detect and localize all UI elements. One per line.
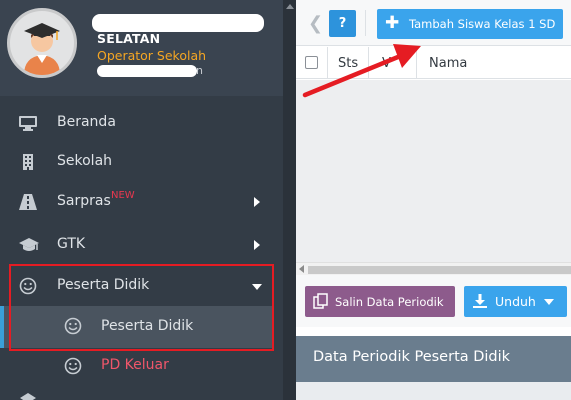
scroll-left-arrow-icon bbox=[299, 265, 304, 273]
column-divider bbox=[327, 47, 328, 79]
salin-data-periodik-button[interactable]: Salin Data Periodik bbox=[305, 286, 455, 317]
road-icon bbox=[18, 193, 38, 211]
select-all-checkbox[interactable] bbox=[305, 56, 318, 69]
sidebar-item-label: Beranda bbox=[57, 114, 116, 130]
help-button[interactable]: ? bbox=[329, 10, 356, 37]
horizontal-scrollbar[interactable] bbox=[296, 262, 571, 275]
smile-icon bbox=[63, 357, 83, 375]
grid-body bbox=[296, 80, 571, 262]
graduation-cap-icon bbox=[18, 236, 39, 254]
sidebar-scrollbar[interactable] bbox=[283, 0, 296, 400]
section-title: Data Periodik Peserta Didik bbox=[313, 349, 511, 365]
new-badge: NEW bbox=[111, 190, 135, 201]
school-name: SELATAN bbox=[97, 31, 161, 46]
column-header-nama[interactable]: Nama bbox=[429, 56, 467, 71]
toolbar-divider bbox=[365, 10, 366, 36]
building-icon bbox=[18, 153, 38, 171]
section-header: Data Periodik Peserta Didik bbox=[296, 336, 571, 382]
sidebar: SELATAN Operator Sekolah n Beranda Sekol… bbox=[0, 0, 283, 400]
redacted-school-name bbox=[92, 14, 264, 32]
unduh-dropdown-button[interactable]: Unduh bbox=[464, 286, 567, 317]
sidebar-item-sarpras[interactable]: Sarpras NEW bbox=[0, 183, 283, 221]
sidebar-item-sekolah[interactable]: Sekolah bbox=[0, 143, 283, 181]
plus-icon: ✚ bbox=[385, 13, 400, 33]
add-student-label: Tambah Siswa Kelas 1 SD bbox=[409, 17, 556, 31]
chevron-down-icon bbox=[544, 299, 554, 305]
salin-data-periodik-label: Salin Data Periodik bbox=[335, 295, 444, 309]
user-role: Operator Sekolah bbox=[97, 48, 207, 63]
active-indicator bbox=[0, 306, 4, 348]
chevron-right-icon bbox=[254, 197, 260, 207]
main-panel: ❮ ? ✚ Tambah Siswa Kelas 1 SD Sts V Nama… bbox=[296, 0, 571, 400]
column-header-sts[interactable]: Sts bbox=[338, 56, 358, 71]
redacted-user-id bbox=[97, 65, 197, 77]
user-panel: SELATAN Operator Sekolah n bbox=[0, 0, 283, 96]
submenu-item-label: PD Keluar bbox=[101, 357, 169, 373]
grid-header: Sts V Nama bbox=[296, 47, 571, 79]
sidebar-item-gtk[interactable]: GTK bbox=[0, 226, 283, 264]
column-divider bbox=[416, 47, 417, 79]
copy-icon bbox=[313, 293, 329, 309]
unduh-label: Unduh bbox=[495, 294, 536, 309]
sidebar-item-beranda[interactable]: Beranda bbox=[0, 104, 283, 142]
next-menu-icon bbox=[18, 392, 38, 400]
avatar bbox=[7, 8, 77, 78]
section-body bbox=[296, 382, 571, 400]
highlight-annotation-box bbox=[9, 264, 274, 351]
scrollbar-thumb[interactable] bbox=[308, 266, 571, 274]
download-icon bbox=[472, 293, 488, 309]
column-divider bbox=[368, 47, 369, 79]
scroll-up-arrow-icon bbox=[286, 4, 294, 9]
user-id-suffix: n bbox=[196, 64, 203, 77]
chevron-right-icon bbox=[254, 240, 260, 250]
submenu-item-pd-keluar[interactable]: PD Keluar bbox=[0, 347, 283, 385]
action-bar: Salin Data Periodik Unduh bbox=[296, 275, 571, 327]
sidebar-item-label: Sarpras bbox=[57, 193, 111, 209]
toolbar: ❮ ? ✚ Tambah Siswa Kelas 1 SD bbox=[296, 0, 571, 46]
sidebar-item-label: Sekolah bbox=[57, 153, 113, 169]
chevron-left-icon[interactable]: ❮ bbox=[308, 13, 323, 34]
add-student-button[interactable]: ✚ Tambah Siswa Kelas 1 SD bbox=[377, 9, 563, 39]
monitor-icon bbox=[18, 114, 38, 132]
sidebar-item-label: GTK bbox=[57, 236, 86, 252]
column-header-v[interactable]: V bbox=[382, 56, 391, 71]
